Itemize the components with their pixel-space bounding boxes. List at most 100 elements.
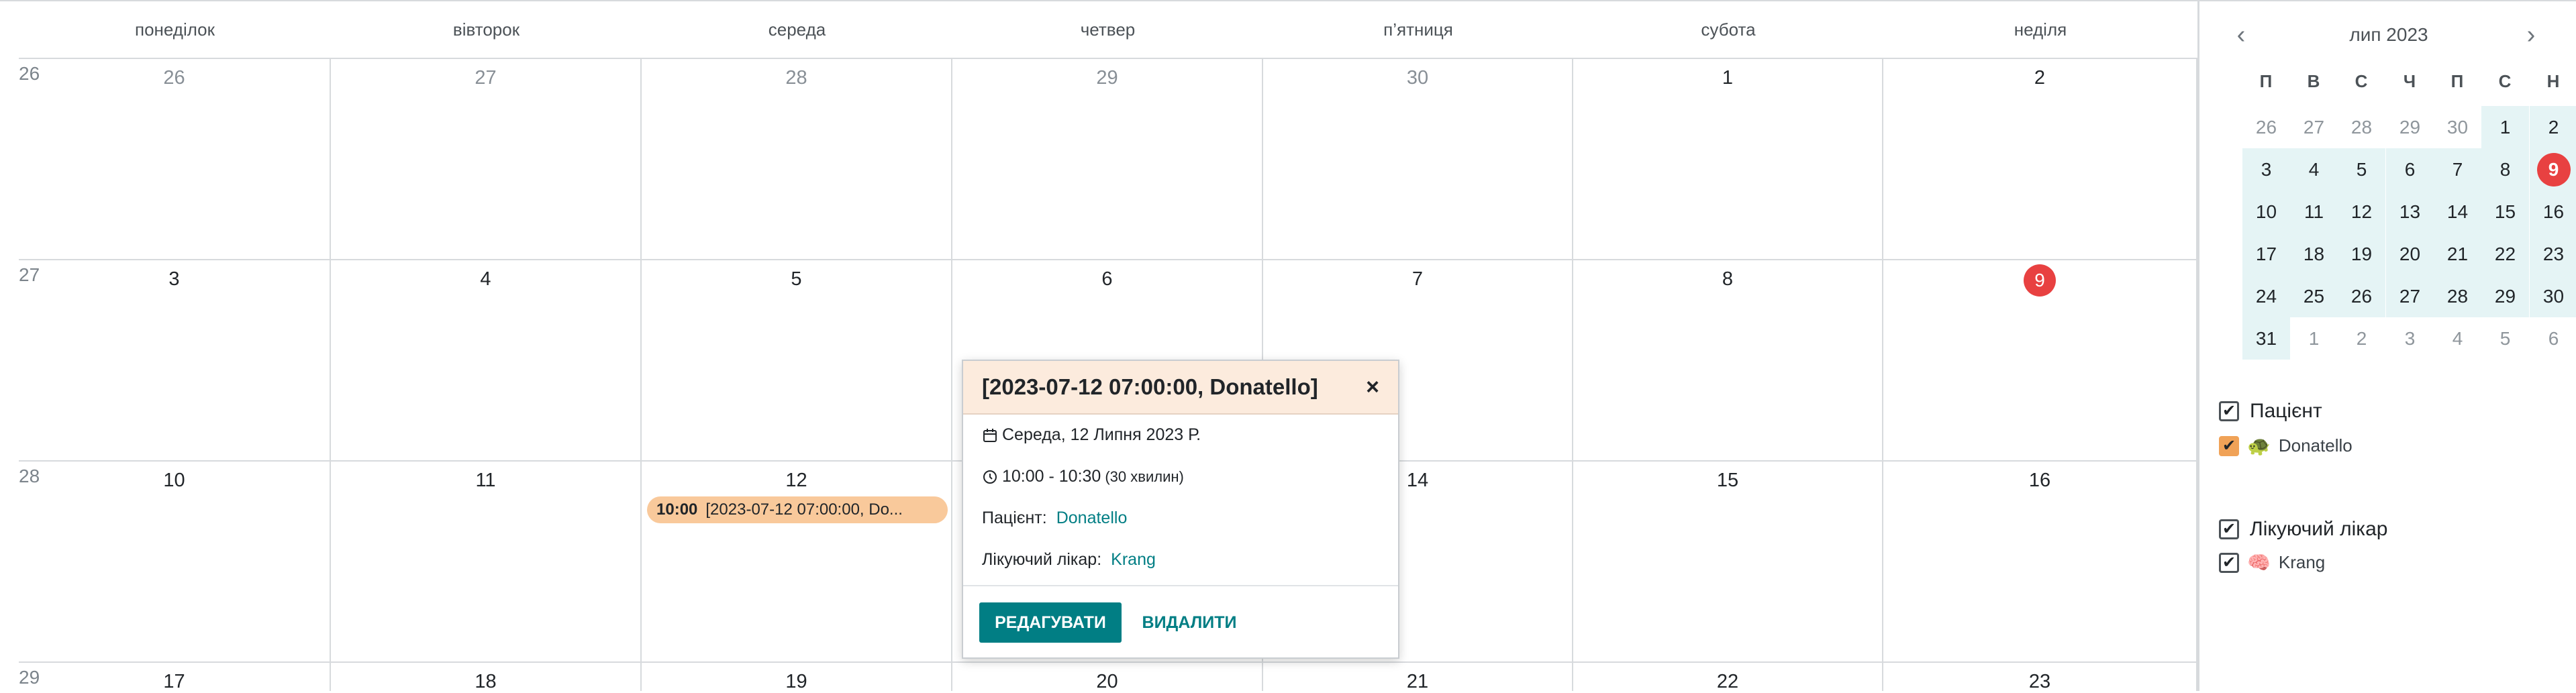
day-number: 21: [1406, 671, 1429, 692]
day-cell[interactable]: 28: [642, 58, 952, 259]
day-cell[interactable]: 18: [331, 661, 642, 692]
day-cell[interactable]: 9: [1883, 259, 2197, 460]
day-cell[interactable]: 5: [642, 259, 952, 460]
mini-day[interactable]: 10: [2242, 191, 2290, 233]
day-cell[interactable]: 26: [19, 58, 331, 259]
patient-filter-item[interactable]: ✔ 🐢 Donatello: [2219, 435, 2352, 457]
day-cell[interactable]: 1: [1573, 58, 1883, 259]
mini-weekday: П: [2259, 71, 2273, 91]
mini-day[interactable]: 12: [2338, 191, 2385, 233]
mini-day[interactable]: 17: [2242, 233, 2290, 275]
doctor-link[interactable]: Krang: [1111, 550, 1156, 570]
weekday-header: четвер: [1080, 19, 1136, 40]
mini-day[interactable]: 14: [2434, 191, 2481, 233]
mini-day[interactable]: 3: [2386, 317, 2434, 360]
day-number: 26: [163, 67, 185, 89]
day-cell[interactable]: 20: [952, 661, 1263, 692]
patient-filter-title[interactable]: ✔ Пацієнт: [2219, 400, 2322, 423]
mini-day[interactable]: 31: [2242, 317, 2290, 360]
day-cell[interactable]: 19: [642, 661, 952, 692]
day-cell[interactable]: 12: [642, 460, 952, 661]
mini-day[interactable]: 22: [2481, 233, 2529, 275]
day-number: 15: [1716, 470, 1739, 491]
mini-day[interactable]: 4: [2290, 148, 2338, 191]
mini-day[interactable]: 6: [2386, 148, 2434, 191]
edit-button[interactable]: РЕДАГУВАТИ: [979, 602, 1122, 643]
day-cell[interactable]: 21: [1263, 661, 1573, 692]
day-cell[interactable]: 2: [1883, 58, 2197, 259]
day-cell[interactable]: 11: [331, 460, 642, 661]
mini-day[interactable]: 7: [2434, 148, 2481, 191]
mini-day[interactable]: 15: [2481, 191, 2529, 233]
day-cell[interactable]: 29: [952, 58, 1263, 259]
mini-day[interactable]: 3: [2242, 148, 2290, 191]
close-icon[interactable]: ×: [1366, 374, 1379, 401]
day-number: 4: [480, 268, 491, 290]
mini-day[interactable]: 26: [2242, 106, 2290, 148]
mini-day[interactable]: 6: [2530, 317, 2576, 360]
day-cell[interactable]: 3: [19, 259, 331, 460]
mini-weekday: С: [2355, 71, 2368, 91]
doctor-label: Лікуючий лікар:: [982, 550, 1102, 569]
day-number: 7: [1411, 268, 1424, 290]
doctor-filter-title[interactable]: ✔ Лікуючий лікар: [2219, 518, 2387, 541]
day-cell[interactable]: 15: [1573, 460, 1883, 661]
day-number: 22: [1716, 671, 1739, 692]
mini-day[interactable]: 20: [2386, 233, 2434, 275]
next-month-icon[interactable]: ›: [2519, 21, 2543, 49]
mini-day[interactable]: 25: [2290, 275, 2338, 317]
day-cell[interactable]: 4: [331, 259, 642, 460]
mini-day[interactable]: 13: [2386, 191, 2434, 233]
mini-day[interactable]: 29: [2481, 275, 2529, 317]
patient-link[interactable]: Donatello: [1056, 509, 1128, 528]
checkbox-icon[interactable]: ✔: [2219, 552, 2239, 573]
day-number: 17: [163, 671, 185, 692]
mini-day[interactable]: 1: [2290, 317, 2338, 360]
day-cell[interactable]: 23: [1883, 661, 2197, 692]
day-number: 11: [475, 470, 496, 491]
mini-day[interactable]: 21: [2434, 233, 2481, 275]
checkbox-icon[interactable]: ✔: [2219, 519, 2239, 539]
day-cell[interactable]: 10: [19, 460, 331, 661]
mini-day[interactable]: 27: [2386, 275, 2434, 317]
day-cell[interactable]: 30: [1263, 58, 1573, 259]
popover-time-row: 10:00 - 10:30 (30 хвилин): [982, 467, 1184, 486]
day-number: 1: [1722, 67, 1734, 89]
mini-day[interactable]: 4: [2434, 317, 2481, 360]
mini-day[interactable]: 18: [2290, 233, 2338, 275]
mini-day[interactable]: 2: [2338, 317, 2385, 360]
event-popover: [2023-07-12 07:00:00, Donatello] × Серед…: [962, 360, 1399, 659]
mini-day[interactable]: 30: [2530, 275, 2576, 317]
patient-filter-label: Пацієнт: [2250, 400, 2322, 422]
day-cell[interactable]: 27: [331, 58, 642, 259]
mini-day[interactable]: 11: [2290, 191, 2338, 233]
mini-day[interactable]: 19: [2338, 233, 2385, 275]
mini-day[interactable]: 28: [2338, 106, 2385, 148]
mini-day[interactable]: 27: [2290, 106, 2338, 148]
mini-day[interactable]: 29: [2386, 106, 2434, 148]
checkbox-icon[interactable]: ✔: [2219, 401, 2239, 421]
checkbox-icon[interactable]: ✔: [2219, 435, 2239, 456]
event-title: [2023-07-12 07:00:00, Do...: [705, 500, 903, 519]
delete-button[interactable]: ВИДАЛИТИ: [1132, 602, 1246, 643]
clock-icon: [983, 470, 997, 484]
mini-day[interactable]: 8: [2481, 148, 2529, 191]
day-cell[interactable]: 17: [19, 661, 331, 692]
mini-day[interactable]: 9: [2530, 148, 2576, 191]
mini-day[interactable]: 30: [2434, 106, 2481, 148]
day-cell[interactable]: 16: [1883, 460, 2197, 661]
popover-header: [2023-07-12 07:00:00, Donatello] ×: [963, 361, 1398, 415]
day-cell[interactable]: 22: [1573, 661, 1883, 692]
mini-day[interactable]: 5: [2481, 317, 2529, 360]
mini-day[interactable]: 28: [2434, 275, 2481, 317]
doctor-filter-item[interactable]: ✔ 🧠 Krang: [2219, 551, 2325, 574]
mini-day[interactable]: 1: [2481, 106, 2529, 148]
mini-day[interactable]: 26: [2338, 275, 2385, 317]
day-cell[interactable]: 8: [1573, 259, 1883, 460]
mini-day[interactable]: 5: [2338, 148, 2385, 191]
mini-day[interactable]: 23: [2530, 233, 2576, 275]
mini-day[interactable]: 16: [2530, 191, 2576, 233]
mini-day[interactable]: 2: [2530, 106, 2576, 148]
mini-day[interactable]: 24: [2242, 275, 2290, 317]
calendar-event[interactable]: 10:00 [2023-07-12 07:00:00, Do...: [647, 496, 948, 523]
